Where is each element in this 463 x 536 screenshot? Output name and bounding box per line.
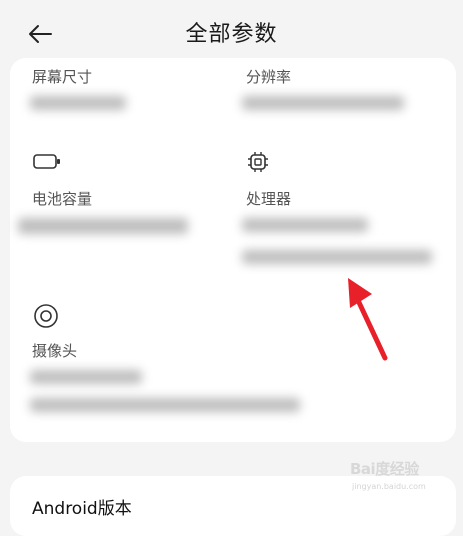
- top-bar: 全部参数: [0, 0, 463, 64]
- battery-icon: [33, 154, 60, 169]
- resolution-value-blurred: [242, 96, 404, 110]
- watermark-url: jingyan.baidu.com: [352, 482, 426, 491]
- android-version-title: Android版本: [32, 499, 132, 519]
- camera-value-blurred-line1: [30, 370, 142, 384]
- battery-value-blurred: [18, 218, 188, 234]
- annotation-arrow: [348, 278, 388, 361]
- watermark-brand: Bai度经验: [350, 460, 419, 478]
- baidu-watermark: Bai度经验 jingyan.baidu.com: [350, 458, 450, 498]
- screen-size-label: 屏幕尺寸: [32, 68, 93, 86]
- camera-value-blurred-line2: [30, 398, 300, 412]
- camera-lens-icon: [34, 304, 58, 328]
- chip-icon: [248, 152, 268, 172]
- battery-label: 电池容量: [32, 190, 93, 208]
- processor-label: 处理器: [246, 190, 292, 208]
- screen-size-value-blurred: [30, 96, 126, 110]
- processor-value-blurred-line2: [242, 250, 432, 264]
- page-title: 全部参数: [185, 22, 278, 47]
- camera-label: 摄像头: [32, 342, 78, 360]
- spec-card: 屏幕尺寸 分辨率 电池容量 处理器 摄像头: [10, 58, 456, 442]
- processor-value-blurred-line1: [242, 218, 368, 232]
- resolution-label: 分辨率: [246, 68, 292, 86]
